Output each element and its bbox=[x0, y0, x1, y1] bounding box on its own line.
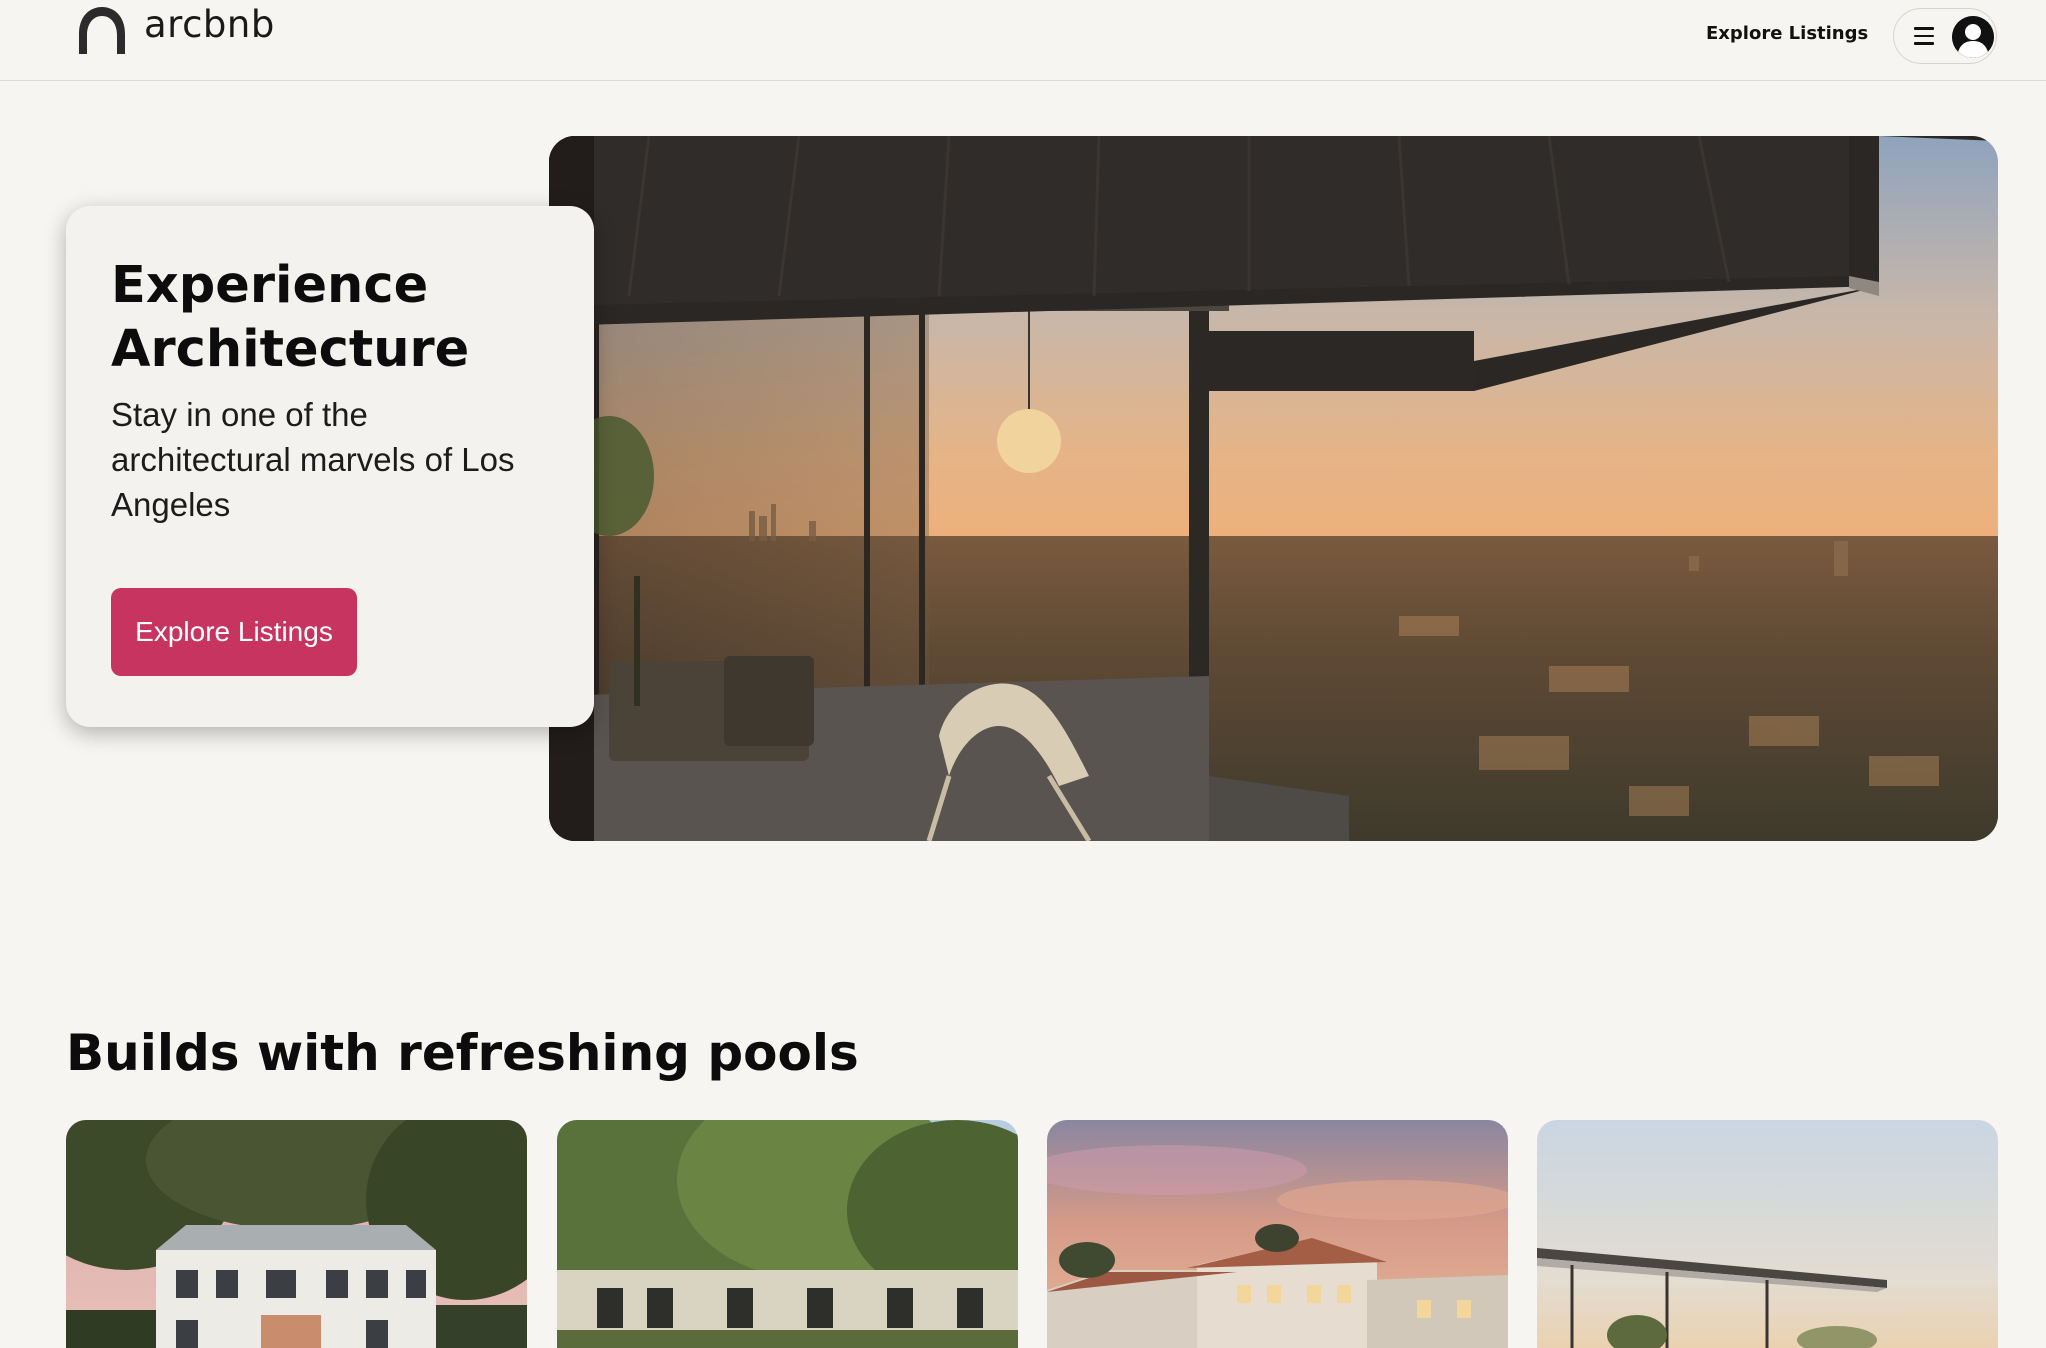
brand-name: arcbnb bbox=[144, 2, 275, 46]
section-title: Builds with refreshing pools bbox=[66, 1024, 859, 1082]
hero-title: Experience Architecture bbox=[111, 256, 470, 379]
modern-pavilion-house-photo bbox=[1537, 1120, 1998, 1348]
nav-explore-listings-link[interactable]: Explore Listings bbox=[1706, 23, 1868, 44]
listing-card[interactable] bbox=[1047, 1120, 1508, 1348]
listing-card[interactable] bbox=[557, 1120, 1018, 1348]
explore-listings-button[interactable]: Explore Listings bbox=[111, 588, 357, 676]
hero-image bbox=[549, 136, 1998, 841]
hero-subtitle: Stay in one of the architectural marvels… bbox=[111, 396, 515, 523]
listing-card[interactable] bbox=[66, 1120, 527, 1348]
user-menu-button[interactable] bbox=[1893, 8, 1997, 64]
hero-card: Experience Architecture Stay in one of t… bbox=[66, 206, 594, 727]
white-colonial-house-photo bbox=[66, 1120, 527, 1348]
user-avatar-icon bbox=[1952, 16, 1994, 58]
top-nav-bar: arcbnb Explore Listings bbox=[0, 0, 2046, 81]
spanish-villa-sunset-photo bbox=[1047, 1120, 1508, 1348]
listing-card[interactable] bbox=[1537, 1120, 1998, 1348]
tree-shaded-house-photo bbox=[557, 1120, 1018, 1348]
hamburger-icon bbox=[1914, 27, 1936, 45]
hillside-modern-house-city-view-photo bbox=[549, 136, 1998, 841]
arch-logo-icon bbox=[79, 7, 125, 54]
brand-logo[interactable]: arcbnb bbox=[74, 2, 275, 56]
